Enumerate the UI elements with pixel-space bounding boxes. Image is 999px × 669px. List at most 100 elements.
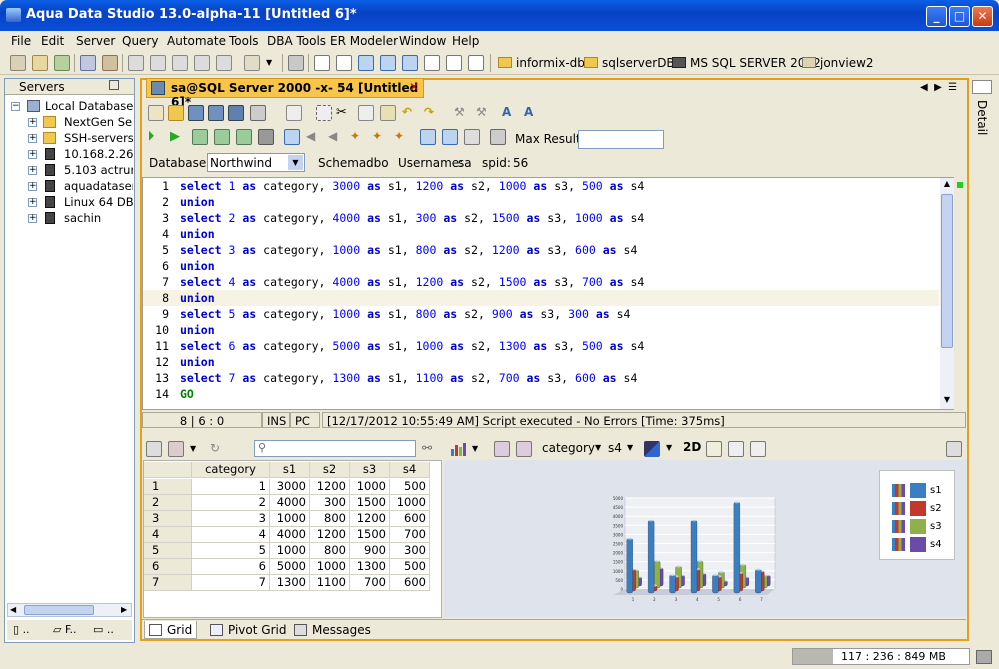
series-select[interactable]: s4 <box>608 441 622 455</box>
code-line[interactable]: union <box>180 195 215 209</box>
code-line[interactable]: select 1 as category, 3000 as s1, 1200 a… <box>180 179 644 193</box>
tab-list-icon[interactable]: ☰ <box>948 82 957 93</box>
tree-item-server[interactable]: + 10.168.2.26 <box>5 146 133 162</box>
table-cell[interactable]: 3000 <box>270 479 310 495</box>
table-cell[interactable]: 2 <box>192 495 270 511</box>
row-header-corner[interactable] <box>144 462 192 478</box>
menu-er-modeler[interactable]: ER Modeler <box>330 34 398 48</box>
menu-file[interactable]: File <box>11 34 31 48</box>
save-icon[interactable] <box>188 105 204 121</box>
disconnect-icon[interactable] <box>102 55 118 71</box>
max-results-input[interactable] <box>578 130 664 149</box>
code-line[interactable]: union <box>180 259 215 273</box>
new-icon[interactable] <box>148 105 164 121</box>
table-cell[interactable]: 1100 <box>310 575 350 591</box>
paste-icon[interactable] <box>380 105 396 121</box>
refresh-icon[interactable]: ↻ <box>210 441 226 457</box>
new-server-icon[interactable] <box>10 55 26 71</box>
print-icon[interactable] <box>250 105 266 121</box>
schema-script-icon[interactable] <box>172 55 188 71</box>
bottom-tab[interactable]: ▯ .. <box>13 623 30 636</box>
code-line[interactable]: select 3 as category, 1000 as s1, 800 as… <box>180 243 637 257</box>
table-cell[interactable]: 800 <box>310 543 350 559</box>
chart-settings-icon[interactable] <box>516 441 532 457</box>
close-tab-icon[interactable]: ✕ <box>409 80 419 94</box>
document-tab[interactable]: sa@SQL Server 2000 -x- 54 [Untitled 6]* … <box>146 78 424 109</box>
dropdown-arrow-icon[interactable]: ▼ <box>190 441 200 457</box>
table-cell[interactable]: 4000 <box>270 495 310 511</box>
table-cell[interactable]: 1000 <box>270 511 310 527</box>
expand-icon[interactable]: + <box>28 166 37 175</box>
redo-icon[interactable]: ↷ <box>424 105 440 121</box>
explain-icon[interactable]: ✦ <box>372 129 388 145</box>
menu-automate[interactable]: Automate <box>167 34 226 48</box>
code-line[interactable]: union <box>180 355 215 369</box>
history-icon[interactable] <box>490 129 506 145</box>
table-cell[interactable]: 1200 <box>310 527 350 543</box>
menu-help[interactable]: Help <box>452 34 479 48</box>
compare-icon[interactable] <box>194 55 210 71</box>
table-cell[interactable]: 5 <box>192 543 270 559</box>
copy-icon[interactable] <box>358 105 374 121</box>
chevron-down-icon[interactable]: ▼ <box>595 443 601 452</box>
execute-icon[interactable]: ▶ <box>170 129 186 145</box>
row-number[interactable]: 1 <box>144 479 192 495</box>
table-cell[interactable]: 1200 <box>350 511 390 527</box>
auto-commit-icon[interactable] <box>284 129 300 145</box>
plan-icon[interactable]: ✦ <box>350 129 366 145</box>
tree-item-server[interactable]: + aquadataserve <box>5 178 133 194</box>
table-cell[interactable]: 700 <box>390 527 430 543</box>
tab-pivot-grid[interactable]: Pivot Grid <box>206 621 290 639</box>
table-cell[interactable]: 5000 <box>270 559 310 575</box>
row-number[interactable]: 3 <box>144 511 192 527</box>
table-cell[interactable]: 3 <box>192 511 270 527</box>
chevron-down-icon[interactable]: ▼ <box>288 155 303 170</box>
select-icon[interactable] <box>316 105 332 121</box>
row-number[interactable]: 2 <box>144 495 192 511</box>
category-select[interactable]: category <box>542 441 595 455</box>
table-cell[interactable]: 900 <box>350 543 390 559</box>
stop-icon[interactable] <box>258 129 274 145</box>
table-cell[interactable]: 1200 <box>310 479 350 495</box>
code-line[interactable]: select 5 as category, 1000 as s1, 800 as… <box>180 307 630 321</box>
table-cell[interactable]: 1 <box>192 479 270 495</box>
sql-editor[interactable]: 1 select 1 as category, 3000 as s1, 1200 … <box>142 177 954 410</box>
quicklink-mssql2012[interactable]: MS SQL SERVER 2012 <box>672 56 821 70</box>
tree-item-local[interactable]: − Local Database Se <box>5 98 133 114</box>
save-as-icon[interactable] <box>208 105 224 121</box>
menu-edit[interactable]: Edit <box>41 34 64 48</box>
connect-icon[interactable] <box>80 55 96 71</box>
scroll-thumb[interactable] <box>24 605 94 615</box>
split-view-icon[interactable] <box>336 55 352 71</box>
chart-type-icon[interactable] <box>450 441 466 457</box>
menu-tools[interactable]: Tools <box>229 34 259 48</box>
database-select[interactable]: Northwind ▼ <box>207 153 305 172</box>
binoculars-icon[interactable]: ⚯ <box>422 441 438 457</box>
column-header[interactable]: s4 <box>390 462 430 478</box>
export-results-icon[interactable] <box>146 441 162 457</box>
table-cell[interactable]: 4 <box>192 527 270 543</box>
results-grid-icon[interactable] <box>420 129 436 145</box>
3d-chart-icon[interactable] <box>644 441 660 457</box>
scroll-right-icon[interactable]: ▶ <box>121 605 131 615</box>
execute-file-icon[interactable] <box>216 55 232 71</box>
layout-horizontal-icon[interactable] <box>380 55 396 71</box>
save-results-icon[interactable] <box>168 441 184 457</box>
menu-query[interactable]: Query <box>122 34 158 48</box>
code-line[interactable]: GO <box>180 387 194 401</box>
preview-icon[interactable] <box>286 105 302 121</box>
zoom-out-icon[interactable]: A <box>524 105 540 121</box>
undo-icon[interactable]: ↶ <box>402 105 418 121</box>
tree-item-server[interactable]: + Linux 64 DB Se <box>5 194 133 210</box>
expand-icon[interactable]: + <box>28 214 37 223</box>
export-chart-icon[interactable] <box>946 441 962 457</box>
pivot-icon[interactable] <box>494 441 510 457</box>
zoom-in-icon[interactable]: A <box>502 105 518 121</box>
scroll-thumb[interactable] <box>941 194 953 348</box>
tree-item-server[interactable]: + sachin <box>5 210 133 226</box>
layout-list-icon[interactable] <box>424 55 440 71</box>
table-cell[interactable]: 600 <box>390 511 430 527</box>
chevron-down-icon[interactable]: ▼ <box>666 443 672 452</box>
close-button[interactable]: ✕ <box>972 6 993 27</box>
tab-grid[interactable]: Grid <box>144 621 198 639</box>
